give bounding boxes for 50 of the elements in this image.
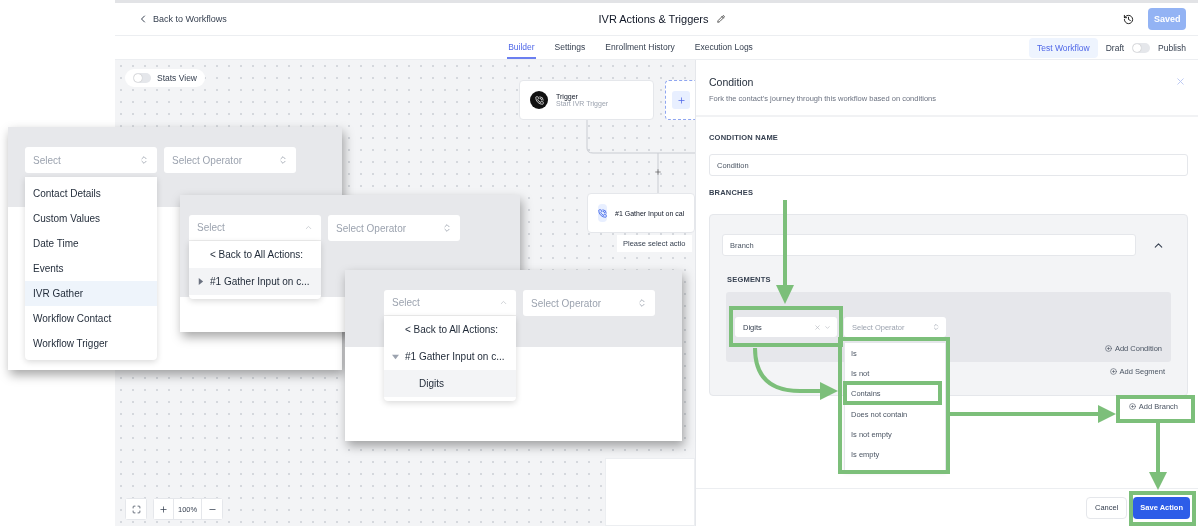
dropdown-option[interactable]: #1 Gather Input on c... (384, 343, 516, 370)
dropdown-option[interactable]: < Back to All Actions: (384, 316, 516, 343)
back-link[interactable]: Back to Workflows (137, 13, 227, 25)
plus-icon (159, 504, 168, 514)
dropdown-option[interactable]: IVR Gather (25, 281, 157, 306)
plus-icon (676, 95, 686, 105)
dropdown-option[interactable]: < Back to All Actions: (189, 241, 321, 268)
workflow-title: IVR Actions & Triggers (598, 13, 709, 25)
chevron-up-icon (499, 298, 508, 307)
close-icon[interactable] (1175, 76, 1186, 87)
highlight-frame (1129, 491, 1196, 526)
chevron-down-icon (824, 323, 831, 331)
add-step-icon[interactable] (654, 168, 662, 176)
annotation-arrow (1149, 422, 1167, 490)
dropdown-option[interactable]: Events (25, 256, 157, 281)
fit-view-button[interactable] (126, 499, 146, 519)
chevron-up-down-icon (139, 155, 149, 165)
history-icon[interactable] (1123, 13, 1134, 25)
tab[interactable]: Enrollment History (604, 36, 676, 59)
draft-label: Draft (1105, 42, 1125, 53)
publish-label: Publish (1158, 42, 1186, 53)
zoom-in-button[interactable] (154, 499, 174, 519)
dropdown-option[interactable]: Contact Details (25, 181, 157, 206)
dropdown-option[interactable]: Workflow Trigger (25, 331, 157, 356)
expand-icon (131, 504, 141, 514)
chevron-up-icon (304, 223, 313, 232)
dropdown-option[interactable]: Date Time (25, 231, 157, 256)
chevron-up-down-icon (278, 155, 288, 165)
stats-view-toggle[interactable] (133, 73, 151, 83)
phone-icon (530, 91, 548, 109)
clear-icon[interactable] (814, 323, 821, 331)
dropdown-option[interactable]: Workflow Contact (25, 306, 157, 331)
test-workflow-button[interactable]: Test Workflow (1028, 37, 1098, 58)
tab[interactable]: Settings (553, 36, 587, 59)
panel-title: Condition (709, 76, 755, 88)
plus-circle-icon (1109, 368, 1117, 375)
publish-toggle[interactable] (1132, 42, 1151, 53)
add-node-button[interactable] (665, 80, 695, 120)
chevron-up-down-icon (932, 323, 940, 331)
phone-icon (598, 204, 607, 222)
chevron-up-down-icon (637, 298, 647, 308)
chevron-up-down-icon (442, 223, 452, 233)
dropdown-option[interactable]: Custom Values (25, 206, 157, 231)
dropdown-option[interactable]: #1 Gather Input on c... (189, 268, 321, 295)
dropdown-option[interactable]: Digits (384, 370, 516, 397)
tab[interactable]: Execution Logs (693, 36, 754, 59)
plus-circle-icon (1104, 345, 1112, 352)
edit-icon[interactable] (716, 15, 725, 23)
stats-view-label: Stats View (157, 73, 197, 83)
plus-circle-icon (1128, 403, 1136, 410)
